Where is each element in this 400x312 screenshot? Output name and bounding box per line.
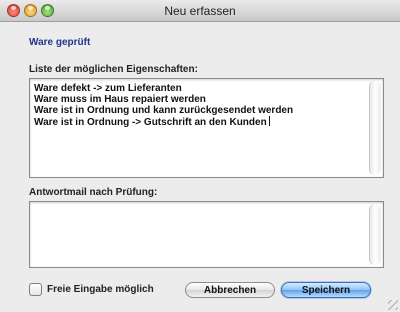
- property-line: Ware muss im Haus repaiert werden: [34, 94, 206, 105]
- free-input-option[interactable]: Freie Eingabe möglich: [29, 281, 154, 297]
- property-line: Ware defekt -> zum Lieferanten: [34, 83, 182, 94]
- properties-label: Liste der möglichen Eigenschaften:: [29, 64, 198, 75]
- reply-scrollbar[interactable]: [369, 204, 381, 265]
- window: Neu erfassen Ware geprüft Liste der mögl…: [0, 0, 400, 312]
- save-button[interactable]: Speichern: [281, 282, 371, 298]
- cancel-button[interactable]: Abbrechen: [185, 282, 275, 298]
- reply-textarea[interactable]: [29, 201, 384, 268]
- properties-scrollbar[interactable]: [369, 81, 381, 175]
- free-input-checkbox[interactable]: [29, 282, 42, 296]
- title-bar[interactable]: Neu erfassen: [0, 0, 400, 22]
- resize-grip[interactable]: [388, 300, 398, 310]
- window-title: Neu erfassen: [164, 4, 236, 18]
- status-heading: Ware geprüft: [29, 37, 91, 48]
- property-line-text: Ware ist in Ordnung -> Gutschrift an den…: [34, 117, 267, 128]
- property-line: Ware ist in Ordnung -> Gutschrift an den…: [34, 116, 367, 128]
- properties-textarea[interactable]: Ware defekt -> zum Lieferanten Ware muss…: [29, 78, 384, 178]
- property-line: Ware ist in Ordnung und kann zurückgesen…: [34, 105, 294, 116]
- reply-label: Antwortmail nach Prüfung:: [29, 187, 158, 198]
- text-caret: [268, 116, 270, 126]
- free-input-label[interactable]: Freie Eingabe möglich: [47, 284, 154, 295]
